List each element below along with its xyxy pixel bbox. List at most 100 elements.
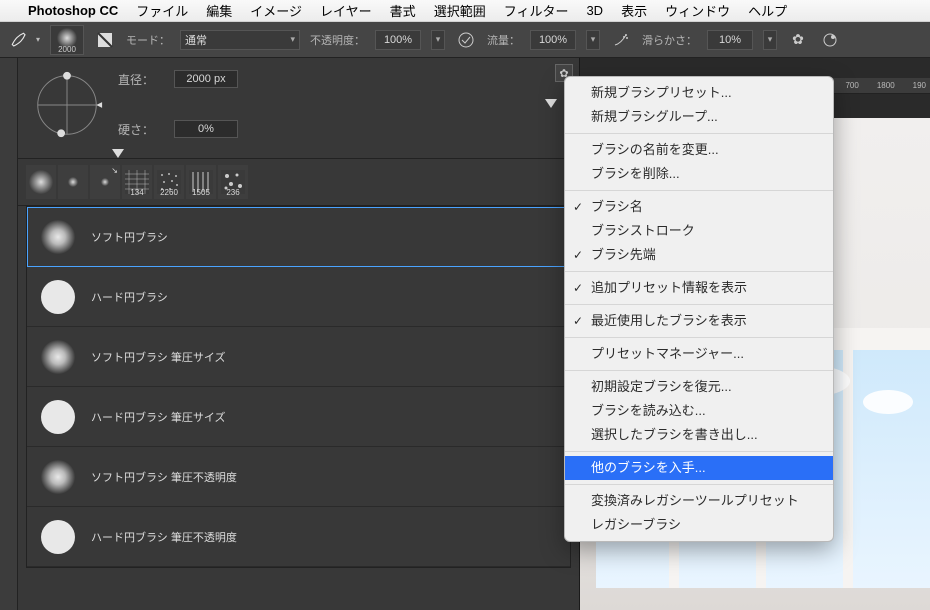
menu-item[interactable]: レガシーブラシ [565, 513, 833, 537]
brush-preset-item[interactable]: ソフト円ブラシ [27, 207, 570, 267]
menu-separator [565, 484, 833, 485]
brush-preset-label: ソフト円ブラシ [91, 229, 168, 245]
menu-view[interactable]: 表示 [621, 1, 647, 20]
pressure-opacity-icon[interactable] [455, 29, 477, 51]
recent-brush-thumb[interactable]: 236 [218, 165, 248, 199]
menu-item[interactable]: 他のブラシを入手... [565, 456, 833, 480]
brush-angle-widget[interactable] [28, 66, 106, 144]
left-ruler-strip [0, 58, 18, 610]
current-tool-icon[interactable] [6, 27, 32, 53]
menu-item[interactable]: ✓追加プリセット情報を表示 [565, 276, 833, 300]
menu-layer[interactable]: レイヤー [320, 1, 372, 20]
brush-preset-label: ソフト円ブラシ 筆圧不透明度 [91, 469, 237, 485]
menu-item-label: 選択したブラシを書き出し... [591, 427, 758, 442]
menu-item[interactable]: 変換済みレガシーツールプリセット [565, 489, 833, 513]
menu-separator [565, 304, 833, 305]
stage: 直径： 2000 px 硬さ： 0% ✿ ↘13422601505236 ソフト… [0, 58, 930, 610]
brush-preset-item[interactable]: ハード円ブラシ 筆圧サイズ [27, 387, 570, 447]
diameter-label: 直径： [118, 71, 164, 88]
brush-preset-list[interactable]: ソフト円ブラシハード円ブラシソフト円ブラシ 筆圧サイズハード円ブラシ 筆圧サイズ… [26, 206, 571, 568]
brush-preset-label: ハード円ブラシ 筆圧サイズ [91, 409, 226, 425]
opacity-label: 不透明度： [310, 32, 365, 48]
menu-filter[interactable]: フィルター [504, 1, 569, 20]
hardness-label: 硬さ： [118, 121, 164, 138]
tool-preset-chev-icon[interactable]: ▾ [36, 35, 40, 44]
brush-preset-label: ハード円ブラシ [91, 289, 168, 305]
brush-picker-panel: 直径： 2000 px 硬さ： 0% ✿ ↘13422601505236 ソフト… [18, 58, 580, 610]
airbrush-icon[interactable] [610, 29, 632, 51]
recent-brush-thumb[interactable]: 2260 [154, 165, 184, 199]
menu-item-label: ブラシを削除... [591, 166, 680, 181]
menu-item-label: ブラシの名前を変更... [591, 142, 719, 157]
menu-item[interactable]: プリセットマネージャー... [565, 342, 833, 366]
brush-preset-icon [41, 280, 75, 314]
opacity-input[interactable]: 100% [375, 30, 421, 50]
brush-preset-item[interactable]: ハード円ブラシ 筆圧不透明度 [27, 507, 570, 567]
recent-brush-thumb[interactable]: ↘ [90, 165, 120, 199]
brush-preset-icon [41, 520, 75, 554]
menu-item-label: ブラシストローク [591, 223, 695, 238]
menu-item[interactable]: ✓ブラシ名 [565, 195, 833, 219]
pressure-size-icon[interactable] [819, 29, 841, 51]
doc-tab-strip [580, 58, 930, 78]
hardness-input[interactable]: 0% [174, 120, 238, 138]
menu-item-label: 初期設定ブラシを復元... [591, 379, 732, 394]
brush-preset-label: ソフト円ブラシ 筆圧サイズ [91, 349, 226, 365]
check-icon: ✓ [573, 311, 583, 331]
menu-separator [565, 370, 833, 371]
menu-item[interactable]: ブラシストローク [565, 219, 833, 243]
menu-item[interactable]: 新規ブラシプリセット... [565, 81, 833, 105]
menu-file[interactable]: ファイル [136, 1, 188, 20]
menu-help[interactable]: ヘルプ [748, 1, 787, 20]
menu-item-label: ブラシを読み込む... [591, 403, 706, 418]
menu-item[interactable]: ブラシを読み込む... [565, 399, 833, 423]
menu-item[interactable]: ✓ブラシ先端 [565, 243, 833, 267]
mac-menubar: Photoshop CC ファイル 編集 イメージ レイヤー 書式 選択範囲 フ… [0, 0, 930, 22]
recent-brush-thumb[interactable] [26, 165, 56, 199]
diameter-input[interactable]: 2000 px [174, 70, 238, 88]
menu-image[interactable]: イメージ [250, 1, 302, 20]
smoothing-chev-icon[interactable]: ▾ [763, 30, 777, 50]
menu-item[interactable]: ブラシを削除... [565, 162, 833, 186]
hardness-knob-icon[interactable] [112, 149, 124, 158]
brush-preset-item[interactable]: ハード円ブラシ [27, 267, 570, 327]
recent-brush-thumb[interactable] [58, 165, 88, 199]
menu-item[interactable]: ブラシの名前を変更... [565, 138, 833, 162]
menu-item[interactable]: 新規ブラシグループ... [565, 105, 833, 129]
brush-preset-item[interactable]: ソフト円ブラシ 筆圧サイズ [27, 327, 570, 387]
menu-separator [565, 271, 833, 272]
menu-separator [565, 337, 833, 338]
ruler-tick: 1800 [877, 81, 895, 90]
smoothing-gear-icon[interactable]: ✿ [787, 29, 809, 51]
menu-item[interactable]: 初期設定ブラシを復元... [565, 375, 833, 399]
brush-preview-swatch[interactable]: 2000 [50, 25, 84, 55]
recent-brush-thumb[interactable]: 134 [122, 165, 152, 199]
mode-label: モード： [126, 32, 170, 48]
flow-chev-icon[interactable]: ▾ [586, 30, 600, 50]
menu-3d[interactable]: 3D [586, 3, 603, 18]
ruler-tick: 700 [845, 81, 858, 90]
menu-item[interactable]: ✓最近使用したブラシを表示 [565, 309, 833, 333]
menu-window[interactable]: ウィンドウ [665, 1, 730, 20]
menu-item-label: 新規ブラシプリセット... [591, 85, 732, 100]
brush-panel-toggle-icon[interactable] [94, 29, 116, 51]
smoothing-input[interactable]: 10% [707, 30, 753, 50]
menu-item[interactable]: 選択したブラシを書き出し... [565, 423, 833, 447]
menu-edit[interactable]: 編集 [206, 1, 232, 20]
mode-select[interactable]: 通常 [180, 30, 300, 50]
menu-select[interactable]: 選択範囲 [434, 1, 486, 20]
app-name[interactable]: Photoshop CC [28, 3, 118, 18]
diameter-knob-icon[interactable] [545, 99, 557, 108]
menu-type[interactable]: 書式 [390, 1, 416, 20]
brush-preset-icon [41, 220, 75, 254]
flow-input[interactable]: 100% [530, 30, 576, 50]
brush-preset-icon [41, 400, 75, 434]
brush-picker-top: 直径： 2000 px 硬さ： 0% ✿ [18, 58, 579, 158]
recent-brush-thumb[interactable]: 1505 [186, 165, 216, 199]
opacity-chev-icon[interactable]: ▾ [431, 30, 445, 50]
brush-preset-icon [41, 340, 75, 374]
brush-preset-item[interactable]: ソフト円ブラシ 筆圧不透明度 [27, 447, 570, 507]
brush-preview-size: 2000 [58, 45, 76, 54]
menu-separator [565, 190, 833, 191]
check-icon: ✓ [573, 278, 583, 298]
